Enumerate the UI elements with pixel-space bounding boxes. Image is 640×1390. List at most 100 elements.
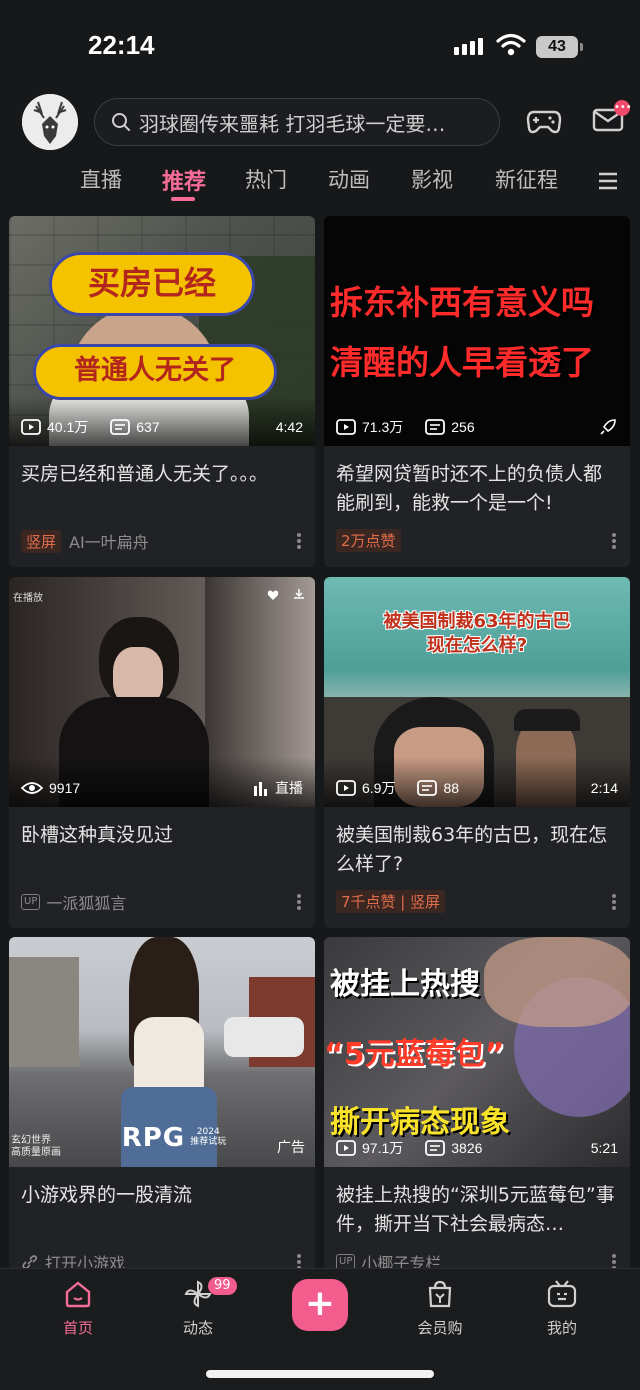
live-bars-icon xyxy=(254,782,267,796)
status-bar: 22:14 43 xyxy=(0,0,640,90)
card-tag: 竖屏 xyxy=(21,529,62,553)
ad-label: 广告 xyxy=(277,1140,305,1156)
thumbnail-caption: 撕开病态现象 xyxy=(330,1105,510,1140)
nav-home[interactable]: 首页 xyxy=(38,1279,118,1338)
tv-face-icon xyxy=(547,1280,577,1308)
video-thumbnail[interactable]: 拆东补西有意义吗 清醒的人早看透了 71.3万 256 xyxy=(324,216,630,446)
heart-icon xyxy=(267,590,279,600)
thumbnail-caption: 清醒的人早看透了 xyxy=(330,343,594,382)
nav-member-shop[interactable]: 会员购 xyxy=(400,1279,480,1338)
card-footer: UP 一派狐狐言 xyxy=(21,890,303,914)
active-tab-indicator xyxy=(171,197,195,201)
video-stats: 6.9万 88 2:14 xyxy=(336,778,618,798)
live-card[interactable]: 在播放 9917 直播 卧槽这种真没见过 UP 一派狐狐言 xyxy=(9,577,315,928)
publish-button[interactable]: + xyxy=(292,1279,348,1331)
shopping-bag-icon xyxy=(428,1280,452,1308)
danmaku-count: 256 xyxy=(451,419,475,435)
home-icon xyxy=(65,1281,91,1308)
thumbnail-caption: 被挂上热搜 xyxy=(330,967,480,1002)
download-icon xyxy=(294,589,304,599)
ad-title[interactable]: 小游戏界的一股清流 xyxy=(21,1181,305,1210)
view-count: 97.1万 xyxy=(362,1140,404,1156)
video-thumbnail[interactable]: 买房已经 普通人无关了 40.1万 637 4:42 xyxy=(9,216,315,446)
danmaku-count: 637 xyxy=(136,419,160,435)
nav-profile[interactable]: 我的 xyxy=(522,1279,602,1338)
wifi-icon xyxy=(496,33,526,56)
play-count-icon xyxy=(21,419,41,435)
video-stats: 97.1万 3826 5:21 xyxy=(336,1138,618,1158)
video-thumbnail[interactable]: 在播放 9917 直播 xyxy=(9,577,315,807)
danmaku-icon xyxy=(417,780,438,796)
video-card[interactable]: 被美国制裁63年的古巴 现在怎么样? 6.9万 88 2:14 被美国制裁63年… xyxy=(324,577,630,928)
video-card[interactable]: 被挂上热搜 “5元蓝莓包” 撕开病态现象 97.1万 3826 5:21 被挂上… xyxy=(324,937,630,1288)
video-duration: 2:14 xyxy=(590,780,618,796)
tab-new-journey[interactable]: 新征程 xyxy=(495,164,558,194)
view-count: 71.3万 xyxy=(362,419,404,435)
thumbnail-caption: 现在怎么样? xyxy=(426,635,528,656)
video-stats: 9917 直播 xyxy=(21,778,303,798)
danmaku-count: 3826 xyxy=(451,1140,483,1156)
danmaku-icon xyxy=(425,419,446,435)
danmaku-icon xyxy=(110,419,131,435)
video-title[interactable]: 希望网贷暂时还不上的负债人都能刷到，能救一个是一个! xyxy=(336,460,620,518)
more-options-icon[interactable] xyxy=(612,533,616,549)
viewer-count: 9917 xyxy=(49,780,81,796)
thumbnail-caption: “5元蓝莓包” xyxy=(324,1037,505,1072)
card-footer: 2万点赞 xyxy=(336,529,618,552)
author-name[interactable]: 一派狐狐言 xyxy=(46,890,126,914)
play-count-icon xyxy=(336,1140,356,1156)
video-card[interactable]: 买房已经 普通人无关了 40.1万 637 4:42 买房已经和普通人无关了。。… xyxy=(9,216,315,567)
more-options-icon[interactable] xyxy=(297,894,301,910)
card-tag: 2万点赞 xyxy=(336,529,401,552)
search-bar[interactable]: 羽球圈传来噩耗 打羽毛球一定要… xyxy=(94,98,500,146)
card-footer: 竖屏 AI一叶扁舟 xyxy=(21,529,303,553)
thumbnail-caption: 高质量原画 xyxy=(11,1147,61,1158)
video-title[interactable]: 被挂上热搜的“深圳5元蓝莓包”事件，撕开当下社会最病态… xyxy=(336,1181,620,1239)
rocket-icon xyxy=(600,419,616,435)
tab-recommend[interactable]: 推荐 xyxy=(162,164,206,196)
card-tag: 7千点赞 | 竖屏 xyxy=(336,890,446,913)
card-footer: 7千点赞 | 竖屏 xyxy=(336,890,618,913)
eye-icon xyxy=(21,782,43,794)
author-name[interactable]: AI一叶扁舟 xyxy=(69,529,149,553)
danmaku-count: 88 xyxy=(443,780,460,796)
danmaku-icon xyxy=(425,1140,446,1156)
tab-film[interactable]: 影视 xyxy=(411,164,453,194)
video-duration: 5:21 xyxy=(590,1140,618,1156)
live-label: 直播 xyxy=(275,780,303,796)
video-title[interactable]: 卧槽这种真没见过 xyxy=(21,821,305,850)
tab-hot[interactable]: 热门 xyxy=(245,164,287,194)
rpg-badge: RPG xyxy=(121,1123,186,1153)
play-count-icon xyxy=(336,419,356,435)
video-duration: 4:42 xyxy=(275,419,303,435)
thumbnail-caption: 拆东补西有意义吗 xyxy=(330,283,594,322)
avatar[interactable] xyxy=(22,94,78,150)
ad-thumbnail[interactable]: 玄幻世界 高质量原画 RPG 2024 推荐试玩 广告 xyxy=(9,937,315,1167)
up-badge-icon: UP xyxy=(21,894,41,910)
notification-count-badge: 99 xyxy=(208,1277,237,1295)
deer-avatar-icon xyxy=(22,94,78,150)
video-stats: 40.1万 637 4:42 xyxy=(21,417,303,437)
video-title[interactable]: 被美国制裁63年的古巴，现在怎么样了? xyxy=(336,821,620,879)
home-indicator[interactable] xyxy=(206,1370,434,1378)
playing-label: 在播放 xyxy=(13,593,43,604)
category-tabs: 直播 推荐 热门 动画 影视 新征程 xyxy=(0,164,640,208)
thumbnail-caption: 普通人无关了 xyxy=(33,344,277,400)
thumbnail-caption: 买房已经 xyxy=(49,252,255,316)
thumbnail-caption: 玄幻世界 xyxy=(11,1135,51,1146)
gamepad-icon[interactable] xyxy=(526,104,562,138)
video-stats: 71.3万 256 xyxy=(336,417,618,437)
more-options-icon[interactable] xyxy=(612,894,616,910)
thumbnail-caption: 被美国制裁63年的古巴 xyxy=(383,611,571,632)
menu-icon[interactable] xyxy=(597,170,619,192)
more-options-icon[interactable] xyxy=(297,533,301,549)
video-thumbnail[interactable]: 被美国制裁63年的古巴 现在怎么样? 6.9万 88 2:14 xyxy=(324,577,630,807)
tab-live[interactable]: 直播 xyxy=(80,164,122,194)
tab-anime[interactable]: 动画 xyxy=(328,164,370,194)
search-placeholder: 羽球圈传来噩耗 打羽毛球一定要… xyxy=(139,111,446,136)
signal-icon xyxy=(454,38,483,55)
video-thumbnail[interactable]: 被挂上热搜 “5元蓝莓包” 撕开病态现象 97.1万 3826 5:21 xyxy=(324,937,630,1167)
ad-card[interactable]: 玄幻世界 高质量原画 RPG 2024 推荐试玩 广告 小游戏界的一股清流 打开小游… xyxy=(9,937,315,1288)
video-title[interactable]: 买房已经和普通人无关了。。。 xyxy=(21,460,305,489)
video-card[interactable]: 拆东补西有意义吗 清醒的人早看透了 71.3万 256 希望网贷暂时还不上的负债… xyxy=(324,216,630,567)
